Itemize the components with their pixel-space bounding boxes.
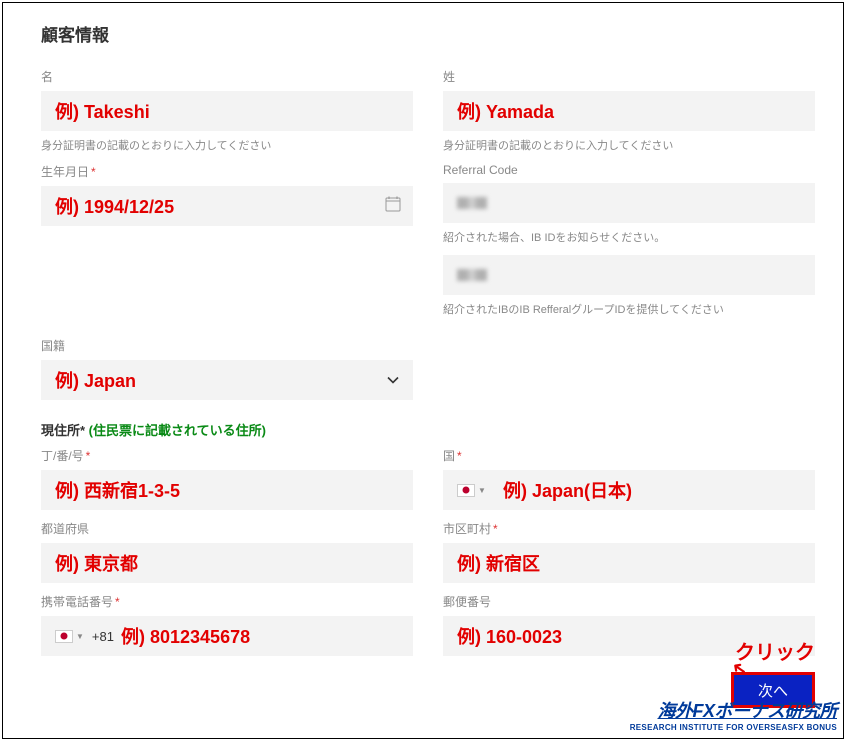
referral-input-2[interactable] [443, 255, 815, 295]
prefecture-label: 都道府県 [41, 520, 413, 537]
chevron-down-icon: ▼ [76, 632, 84, 641]
dob-example: 例) 1994/12/25 [55, 193, 174, 219]
address-header: 現住所* (住民票に記載されている住所) [41, 420, 815, 439]
phone-label: 携帯電話番号* [41, 593, 413, 610]
calendar-icon[interactable] [385, 196, 401, 216]
surname-input[interactable]: 例) Yamada [443, 91, 815, 131]
nationality-label: 国籍 [41, 337, 413, 354]
referral-label: Referral Code [443, 163, 815, 177]
page-title: 顧客情報 [41, 21, 815, 46]
country-select[interactable]: ▼ 例) Japan(日本) [443, 470, 815, 510]
first-name-help: 身分証明書の記載のとおりに入力してください [41, 137, 413, 153]
prefecture-input[interactable]: 例) 東京都 [41, 543, 413, 583]
flag-jp-icon [55, 630, 73, 643]
city-label: 市区町村* [443, 520, 815, 537]
referral-help-2: 紹介されたIBのIB RefferalグループIDを提供してください [443, 301, 815, 317]
street-example: 例) 西新宿1-3-5 [55, 477, 180, 503]
nationality-example: 例) Japan [55, 367, 136, 393]
postal-label: 郵便番号 [443, 593, 815, 610]
surname-help: 身分証明書の記載のとおりに入力してください [443, 137, 815, 153]
phone-prefix: +81 [92, 629, 114, 644]
chevron-down-icon [387, 372, 399, 389]
country-label: 国* [443, 447, 815, 464]
footer-logo: 海外FXボーナス研究所 RESEARCH INSTITUTE FOR OVERS… [630, 697, 837, 732]
postal-example: 例) 160-0023 [457, 623, 562, 649]
phone-input[interactable]: ▼ +81 例) 8012345678 [41, 616, 413, 656]
referral-help-1: 紹介された場合、IB IDをお知らせください。 [443, 229, 815, 245]
surname-label: 姓 [443, 68, 815, 85]
referral-input-1[interactable] [443, 183, 815, 223]
first-name-input[interactable]: 例) Takeshi [41, 91, 413, 131]
prefecture-example: 例) 東京都 [55, 550, 138, 576]
flag-jp-icon [457, 484, 475, 497]
dob-input[interactable]: 例) 1994/12/25 [41, 186, 413, 226]
country-example: 例) Japan(日本) [503, 477, 632, 503]
referral-blur-2 [457, 269, 487, 281]
nationality-select[interactable]: 例) Japan [41, 360, 413, 400]
dob-label: 生年月日* [41, 163, 413, 180]
chevron-down-icon: ▼ [478, 486, 486, 495]
street-input[interactable]: 例) 西新宿1-3-5 [41, 470, 413, 510]
city-example: 例) 新宿区 [457, 550, 540, 576]
phone-example: 例) 8012345678 [121, 623, 250, 649]
first-name-example: 例) Takeshi [55, 98, 150, 124]
surname-example: 例) Yamada [457, 98, 554, 124]
street-label: 丁/番/号* [41, 447, 413, 464]
city-input[interactable]: 例) 新宿区 [443, 543, 815, 583]
first-name-label: 名 [41, 68, 413, 85]
referral-blur-1 [457, 197, 487, 209]
